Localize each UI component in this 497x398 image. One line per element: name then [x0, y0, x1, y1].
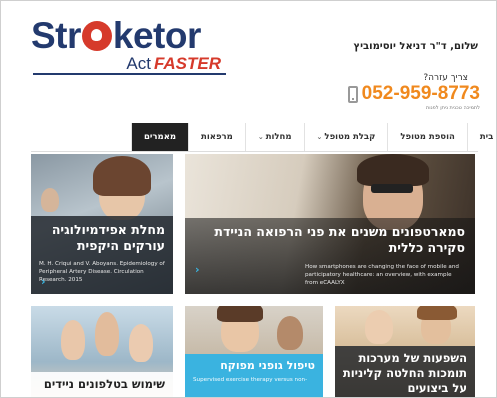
main-nav: בית הוספת מטופל קבלת מטופל ⌄ מחלות ⌄ מרפאו…: [131, 123, 496, 151]
logo-wordmark: Str ketor: [31, 15, 201, 56]
article-card[interactable]: טיפול גופני מפוקח Supervised exercise th…: [185, 306, 323, 397]
chevron-down-icon: ⌄: [316, 133, 323, 141]
article-overlay: טיפול גופני מפוקח Supervised exercise th…: [185, 354, 323, 397]
nav-divider: [31, 151, 478, 152]
article-card-featured[interactable]: סמארטפונים משנים את פני הרפואה הניידת סק…: [185, 154, 475, 294]
article-card[interactable]: מחלת אפידמיולוגיה עורקים היקפית M. H. Cr…: [31, 154, 173, 294]
chevron-right-icon[interactable]: ›: [195, 263, 200, 276]
article-excerpt: Supervised exercise therapy versus non-: [193, 377, 308, 384]
article-title[interactable]: טיפול גופני מפוקח: [193, 359, 315, 373]
mobile-phone-icon: [347, 85, 358, 103]
help-label: צריך עזרה?: [423, 73, 468, 83]
phone-number[interactable]: 052-959-8773: [362, 83, 480, 105]
nav-item-diseases[interactable]: מחלות ⌄: [244, 123, 304, 151]
article-title[interactable]: סמארטפונים משנים את פני הרפואה הניידת סק…: [195, 224, 465, 257]
article-title[interactable]: שימוש בטלפונים ניידים: [37, 377, 165, 392]
page: Str ketor Act FASTER שלום, ד"ר דניאל יוסימ…: [0, 0, 497, 398]
logo-underline: [33, 73, 226, 75]
article-excerpt: M. H. Criqui and V. Aboyans. Epidemiolog…: [39, 260, 165, 283]
brain-icon: [81, 21, 112, 51]
article-overlay: שימוש בטלפונים ניידים: [31, 372, 173, 397]
phone-note: לתמיכה טכנית ניתן לפנות: [426, 105, 480, 111]
nav-item-articles[interactable]: מאמרים: [131, 123, 189, 151]
article-excerpt: How smartphones are changing the face of…: [305, 263, 459, 286]
chevron-down-icon: ⌄: [257, 133, 264, 141]
logo-tagline: Act FASTER: [126, 54, 221, 73]
article-overlay: סמארטפונים משנים את פני הרפואה הניידת סק…: [185, 218, 475, 294]
site-logo[interactable]: Str ketor Act FASTER: [31, 15, 226, 77]
nav-item-add-patient[interactable]: הוספת מטופל: [387, 123, 466, 151]
chevron-right-icon[interactable]: ›: [41, 275, 46, 288]
support-phone[interactable]: 052-959-8773: [347, 83, 480, 105]
nav-item-home[interactable]: בית: [466, 123, 496, 151]
user-greeting: שלום, ד"ר דניאל יוסימוביץ: [353, 41, 478, 52]
nav-item-receive-patient[interactable]: קבלת מטופל ⌄: [303, 123, 388, 151]
article-title[interactable]: השפעות של מערכות תומכות החלטה קליניות על…: [341, 351, 467, 396]
article-overlay: השפעות של מערכות תומכות החלטה קליניות על…: [335, 346, 475, 397]
article-card[interactable]: השפעות של מערכות תומכות החלטה קליניות על…: [335, 306, 475, 397]
article-title[interactable]: מחלת אפידמיולוגיה עורקים היקפית: [39, 222, 165, 255]
article-overlay: מחלת אפידמיולוגיה עורקים היקפית M. H. Cr…: [31, 216, 173, 294]
article-card[interactable]: שימוש בטלפונים ניידים: [31, 306, 173, 397]
nav-item-clinics[interactable]: מרפאות: [188, 123, 245, 151]
